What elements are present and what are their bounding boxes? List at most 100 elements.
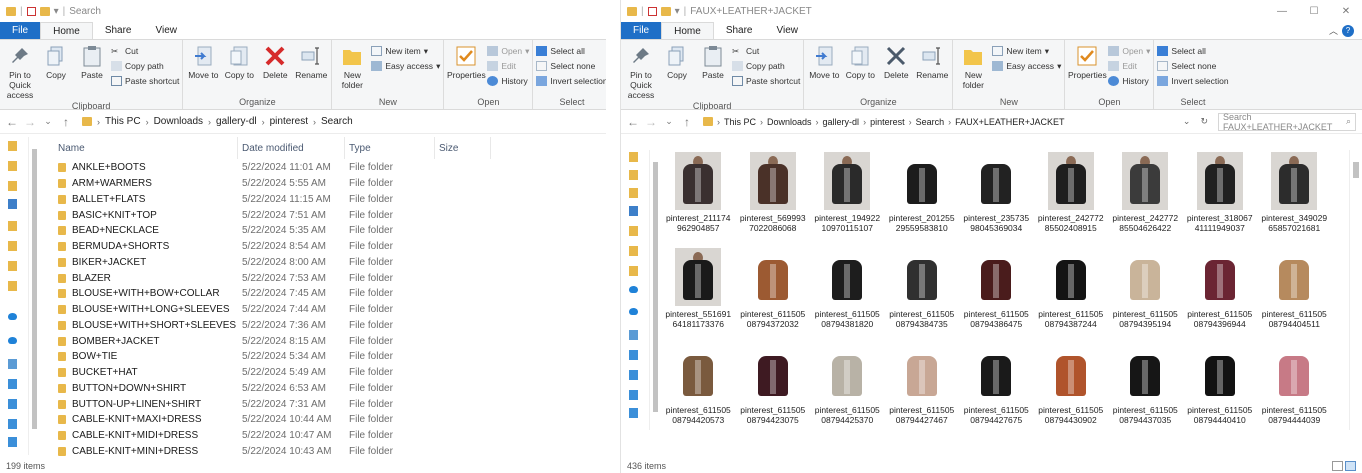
nav-documents-icon[interactable] xyxy=(8,399,17,409)
nav-folder-icon[interactable] xyxy=(8,181,17,191)
thumbnail-item[interactable]: pinterest_611505 08794395194 xyxy=(1108,246,1183,336)
up-arrow-icon[interactable]: ↑ xyxy=(60,115,72,129)
nav-folder-icon[interactable] xyxy=(629,188,638,198)
copy-to-button[interactable]: Copy to xyxy=(222,42,256,96)
edit-button[interactable]: Edit xyxy=(487,59,529,73)
back-arrow-icon[interactable]: ← xyxy=(6,115,18,129)
file-name-cell[interactable]: BEAD+NECKLACE xyxy=(40,225,238,236)
tab-share[interactable]: Share xyxy=(93,22,144,39)
tab-home[interactable]: Home xyxy=(40,22,93,39)
nav-folder-icon[interactable] xyxy=(629,246,638,256)
column-header-type[interactable]: Type xyxy=(345,137,435,159)
file-name-cell[interactable]: BUCKET+HAT xyxy=(40,367,238,378)
thumbnail-item[interactable]: pinterest_611505 08794444039 xyxy=(1257,342,1332,432)
onedrive-icon[interactable] xyxy=(8,313,17,320)
collapse-ribbon-icon[interactable]: ︿ xyxy=(1329,24,1338,37)
file-name-cell[interactable]: BOW+TIE xyxy=(40,351,238,362)
onedrive-icon[interactable] xyxy=(629,286,638,293)
new-folder-quick-icon[interactable] xyxy=(39,6,50,16)
pin-quick-access-button[interactable]: Pin to Quick access xyxy=(624,42,658,100)
table-row[interactable]: BOW+TIE 5/22/2024 5:34 AM File folder xyxy=(40,349,602,365)
new-item-button[interactable]: New item ▾ xyxy=(371,44,440,58)
breadcrumb-item[interactable]: FAUX+LEATHER+JACKET xyxy=(955,117,1064,127)
quick-access-dropdown-icon[interactable]: ▾ xyxy=(675,6,680,17)
nav-drive-icon[interactable] xyxy=(8,199,17,209)
maximize-icon[interactable]: ☐ xyxy=(1298,0,1330,22)
search-input[interactable]: Search FAUX+LEATHER+JACKET ⌕ xyxy=(1218,112,1356,132)
thumbnail-item[interactable]: pinterest_611505 08794372032 xyxy=(736,246,811,336)
breadcrumb-item[interactable]: gallery-dl xyxy=(216,116,257,127)
thumbnail-item[interactable]: pinterest_611505 08794404511 xyxy=(1257,246,1332,336)
nav-folder-icon[interactable] xyxy=(629,266,638,276)
table-row[interactable]: BIKER+JACKET 5/22/2024 8:00 AM File folder xyxy=(40,255,602,271)
table-row[interactable]: BLAZER 5/22/2024 7:53 AM File folder xyxy=(40,270,602,286)
recent-locations-chevron-icon[interactable]: ⌄ xyxy=(663,116,675,127)
paste-button[interactable]: Paste xyxy=(696,42,730,100)
breadcrumb-item[interactable]: pinterest xyxy=(270,116,308,127)
cut-button[interactable]: ✂ Cut xyxy=(732,44,800,58)
thumbnail-item[interactable]: pinterest_611505 08794381820 xyxy=(810,246,885,336)
easy-access-button[interactable]: Easy access ▾ xyxy=(992,59,1061,73)
nav-folder-icon[interactable] xyxy=(629,170,638,180)
thumbnail-item[interactable]: pinterest_194922 10970115107 xyxy=(810,150,885,240)
scrollbar-thumb[interactable] xyxy=(1353,162,1359,178)
new-folder-button[interactable]: New folder xyxy=(335,42,369,96)
file-name-cell[interactable]: BIKER+JACKET xyxy=(40,257,238,268)
paste-shortcut-button[interactable]: Paste shortcut xyxy=(732,74,800,88)
table-row[interactable]: CABLE-KNIT+MINI+DRESS 5/22/2024 10:43 AM F… xyxy=(40,444,602,460)
refresh-icon[interactable]: ↻ xyxy=(1200,116,1208,127)
table-row[interactable]: BUTTON-UP+LINEN+SHIRT 5/22/2024 7:31 AM Fi… xyxy=(40,396,602,412)
file-name-cell[interactable]: CABLE-KNIT+MINI+DRESS xyxy=(40,446,238,457)
thumbnail-item[interactable]: pinterest_611505 08794430902 xyxy=(1034,342,1109,432)
file-name-cell[interactable]: BALLET+FLATS xyxy=(40,194,238,205)
tab-file[interactable]: File xyxy=(621,22,662,39)
column-header-size[interactable]: Size xyxy=(435,137,491,159)
address-dropdown-icon[interactable]: ⌄ xyxy=(1183,116,1191,127)
cut-button[interactable]: ✂ Cut xyxy=(111,44,179,58)
thumbnail-item[interactable]: pinterest_349029 65857021681 xyxy=(1257,150,1332,240)
table-row[interactable]: ARM+WARMERS 5/22/2024 5:55 AM File folder xyxy=(40,176,602,192)
table-row[interactable]: BLOUSE+WITH+SHORT+SLEEVES 5/22/2024 7:36 … xyxy=(40,318,602,334)
thumbnail-item[interactable]: pinterest_211174 962904857 xyxy=(661,150,736,240)
file-name-cell[interactable]: ANKLE+BOOTS xyxy=(40,162,238,173)
rename-button[interactable]: Rename xyxy=(915,42,949,96)
breadcrumb-item[interactable]: pinterest xyxy=(870,117,905,127)
file-name-cell[interactable]: BERMUDA+SHORTS xyxy=(40,241,238,252)
copy-to-button[interactable]: Copy to xyxy=(843,42,877,96)
file-name-cell[interactable]: BOMBER+JACKET xyxy=(40,336,238,347)
thumbnail-item[interactable]: pinterest_611505 08794437035 xyxy=(1108,342,1183,432)
new-folder-quick-icon[interactable] xyxy=(660,6,671,16)
breadcrumb-item[interactable]: This PC xyxy=(724,117,756,127)
forward-arrow-icon[interactable]: → xyxy=(24,115,36,129)
thumbnail-item[interactable]: pinterest_611505 08794423075 xyxy=(736,342,811,432)
nav-music-icon[interactable] xyxy=(8,437,17,447)
nav-folder-icon[interactable] xyxy=(629,226,638,236)
nav-documents-icon[interactable] xyxy=(629,370,638,380)
table-row[interactable]: BLOUSE+WITH+BOW+COLLAR 5/22/2024 7:45 AM F… xyxy=(40,286,602,302)
thumbnail-item[interactable]: pinterest_235735 98045369034 xyxy=(959,150,1034,240)
file-name-cell[interactable]: BASIC+KNIT+TOP xyxy=(40,210,238,221)
file-name-cell[interactable]: BUTTON+DOWN+SHIRT xyxy=(40,383,238,394)
delete-button[interactable]: Delete xyxy=(879,42,913,96)
nav-desktop-icon[interactable] xyxy=(8,379,17,389)
move-to-button[interactable]: Move to xyxy=(807,42,841,96)
history-button[interactable]: History xyxy=(487,74,529,88)
breadcrumb-item[interactable]: Search xyxy=(916,117,945,127)
file-name-cell[interactable]: CABLE-KNIT+MAXI+DRESS xyxy=(40,414,238,425)
select-none-button[interactable]: Select none xyxy=(1157,59,1228,73)
back-arrow-icon[interactable]: ← xyxy=(627,115,639,129)
thumbnail-item[interactable]: pinterest_611505 08794396944 xyxy=(1183,246,1258,336)
copy-button[interactable]: Copy xyxy=(660,42,694,100)
thumbnail-item[interactable]: pinterest_242772 85504626422 xyxy=(1108,150,1183,240)
close-icon[interactable]: ✕ xyxy=(1330,0,1362,22)
rename-button[interactable]: Rename xyxy=(294,42,328,96)
table-row[interactable]: ANKLE+BOOTS 5/22/2024 11:01 AM File folder xyxy=(40,160,602,176)
copy-button[interactable]: Copy xyxy=(39,42,73,100)
table-row[interactable]: BOMBER+JACKET 5/22/2024 8:15 AM File folde… xyxy=(40,333,602,349)
pin-quick-access-button[interactable]: Pin to Quick access xyxy=(3,42,37,100)
invert-selection-button[interactable]: Invert selection xyxy=(1157,74,1229,88)
table-row[interactable]: BUCKET+HAT 5/22/2024 5:49 AM File folder xyxy=(40,365,602,381)
quick-access-dropdown-icon[interactable]: ▾ xyxy=(54,6,59,17)
onedrive-icon[interactable] xyxy=(629,308,638,315)
nav-desktop-icon[interactable] xyxy=(629,350,638,360)
